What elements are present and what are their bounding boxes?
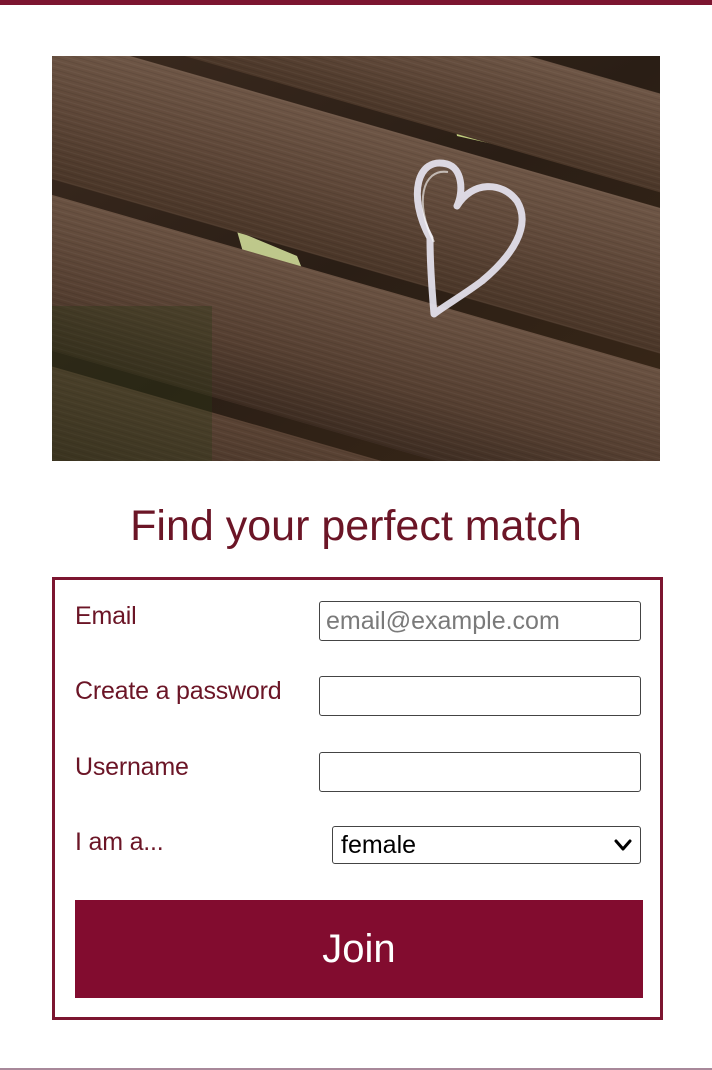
username-field[interactable]: [319, 752, 641, 792]
signup-page: Find your perfect match Email Create a p…: [0, 0, 712, 1070]
password-label: Create a password: [75, 677, 282, 705]
chevron-down-icon: [614, 839, 632, 851]
top-accent-bar: [0, 0, 712, 5]
email-label: Email: [75, 602, 137, 630]
signup-form: Email Create a password Username I am a.…: [52, 577, 663, 1020]
gender-select-value: female: [341, 830, 417, 859]
join-button[interactable]: Join: [75, 900, 643, 998]
username-label: Username: [75, 753, 189, 781]
email-field[interactable]: [319, 601, 641, 641]
gender-select[interactable]: female: [332, 826, 641, 864]
hero-image: [52, 56, 660, 461]
password-field[interactable]: [319, 676, 641, 716]
bench-heart-illustration: [52, 56, 660, 461]
page-title: Find your perfect match: [130, 502, 582, 550]
gender-label: I am a...: [75, 828, 164, 856]
